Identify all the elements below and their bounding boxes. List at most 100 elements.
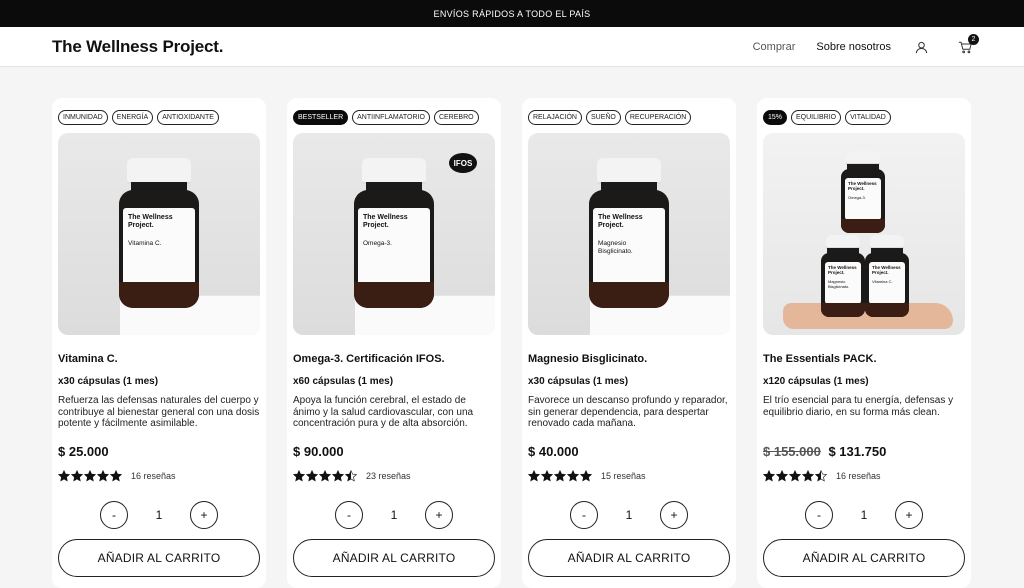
bottle-product-name: Magnesio Bisglicinato. [828, 279, 850, 289]
qty-plus-button[interactable]: + [190, 501, 218, 529]
nav-about-link[interactable]: Sobre nosotros [816, 41, 891, 53]
quantity-stepper: - 1 + [763, 501, 965, 529]
tag: ANTIINFLAMATORIO [352, 110, 430, 125]
bottle-product-name: Vitamina C. [128, 240, 162, 247]
product-card-magnesio[interactable]: RELAJACIÓN SUEÑO RECUPERACIÓN The Wellne… [522, 98, 736, 588]
old-price: $ 155.000 [763, 444, 821, 459]
star-rating [763, 470, 827, 482]
quantity-stepper: - 1 + [293, 501, 495, 529]
bottle-brand: The Wellness Project. [828, 265, 857, 275]
add-to-cart-button[interactable]: AÑADIR AL CARRITO [58, 539, 260, 577]
product-description: Favorece un descanso profundo y reparado… [528, 395, 728, 429]
product-card-vitamina-c[interactable]: INMUNIDAD ENERGÍA ANTIOXIDANTE The Welln… [52, 98, 266, 588]
star-full-icon [97, 470, 109, 482]
product-price: $ 90.000 [293, 444, 495, 459]
nav-buy-link[interactable]: Comprar [753, 41, 796, 53]
product-rating: 23 reseñas [293, 470, 495, 482]
qty-minus-button[interactable]: - [100, 501, 128, 529]
bottle-brand: The Wellness Project. [128, 214, 173, 229]
cart-icon[interactable]: 2 [958, 33, 979, 54]
star-full-icon [84, 470, 96, 482]
star-full-icon [580, 470, 592, 482]
product-image[interactable]: The Wellness Project. Omega-3. The Wellne… [763, 133, 965, 335]
tag: SUEÑO [585, 110, 621, 125]
qty-plus-button[interactable]: + [425, 501, 453, 529]
star-full-icon [293, 470, 305, 482]
product-dose: x30 cápsulas (1 mes) [528, 376, 629, 387]
star-full-icon [528, 470, 540, 482]
product-price: $ 40.000 [528, 444, 730, 459]
product-tags: RELAJACIÓN SUEÑO RECUPERACIÓN [528, 110, 730, 126]
product-description: El trío esencial para tu energía, defens… [763, 395, 954, 418]
product-name[interactable]: Magnesio Bisglicinato. [528, 353, 730, 365]
tag-bestseller: BESTSELLER [293, 110, 349, 125]
bottle-brand: The Wellness Project. [598, 214, 643, 229]
bottle-product-name: Vitamina C. [872, 279, 893, 284]
product-card-omega-3[interactable]: BESTSELLER ANTIINFLAMATORIO CEREBRO IFOS… [287, 98, 501, 588]
review-count[interactable]: 16 reseñas [131, 471, 176, 481]
user-icon[interactable] [915, 41, 928, 54]
cart-count-badge: 2 [968, 33, 979, 45]
product-price: $ 25.000 [58, 444, 260, 459]
star-rating [58, 470, 122, 482]
price-value: $ 25.000 [58, 444, 109, 459]
qty-value: 1 [860, 508, 868, 522]
add-to-cart-button[interactable]: AÑADIR AL CARRITO [528, 539, 730, 577]
product-image[interactable]: The Wellness Project. Magnesio Bisglicina… [528, 133, 730, 335]
product-image[interactable]: The Wellness Project. Vitamina C. [58, 133, 260, 335]
bottle-illustration: The Wellness Project. Omega-3. [354, 158, 434, 308]
bottle-product-name: Omega-3. [848, 195, 866, 200]
qty-plus-button[interactable]: + [895, 501, 923, 529]
product-tags: BESTSELLER ANTIINFLAMATORIO CEREBRO [293, 110, 495, 126]
price-value: $ 40.000 [528, 444, 579, 459]
qty-minus-button[interactable]: - [805, 501, 833, 529]
main-nav: Comprar Sobre nosotros 2 [753, 27, 979, 67]
bottle-brand: The Wellness Project. [848, 181, 877, 191]
star-rating [293, 470, 357, 482]
product-rating: 16 reseñas [58, 470, 260, 482]
star-full-icon [802, 470, 814, 482]
star-full-icon [306, 470, 318, 482]
star-full-icon [58, 470, 70, 482]
product-description: Refuerza las defensas naturales del cuer… [58, 395, 260, 429]
star-full-icon [71, 470, 83, 482]
bottle-brand: The Wellness Project. [363, 214, 408, 229]
review-count[interactable]: 16 reseñas [836, 471, 881, 481]
star-full-icon [776, 470, 788, 482]
qty-minus-button[interactable]: - [570, 501, 598, 529]
announcement-text: ENVÍOS RÁPIDOS A TODO EL PAÍS [433, 8, 591, 19]
price-value: $ 131.750 [828, 444, 887, 459]
product-price: $ 155.000 $ 131.750 [763, 444, 965, 459]
product-name[interactable]: Vitamina C. [58, 353, 260, 365]
star-full-icon [110, 470, 122, 482]
star-full-icon [763, 470, 775, 482]
review-count[interactable]: 15 reseñas [601, 471, 646, 481]
quantity-stepper: - 1 + [528, 501, 730, 529]
star-full-icon [567, 470, 579, 482]
star-rating [528, 470, 592, 482]
add-to-cart-button[interactable]: AÑADIR AL CARRITO [293, 539, 495, 577]
review-count[interactable]: 23 reseñas [366, 471, 411, 481]
star-half-icon [815, 470, 827, 482]
tag: VITALIDAD [845, 110, 891, 125]
product-rating: 15 reseñas [528, 470, 730, 482]
tag: INMUNIDAD [58, 110, 108, 125]
tag: EQUILIBRIO [791, 110, 842, 125]
product-image[interactable]: IFOS The Wellness Project. Omega-3. [293, 133, 495, 335]
product-name[interactable]: The Essentials PACK. [763, 353, 965, 365]
star-full-icon [554, 470, 566, 482]
qty-plus-button[interactable]: + [660, 501, 688, 529]
product-name[interactable]: Omega-3. Certificación IFOS. [293, 353, 495, 365]
product-dose: x30 cápsulas (1 mes) [58, 376, 159, 387]
product-card-essentials-pack[interactable]: 15% EQUILIBRIO VITALIDAD The Wellness Pr… [757, 98, 971, 588]
star-full-icon [319, 470, 331, 482]
qty-minus-button[interactable]: - [335, 501, 363, 529]
bottle-illustration: The Wellness Project. Magnesio Bisglicina… [589, 158, 669, 308]
bottle-illustration: The Wellness Project. Vitamina C. [119, 158, 199, 308]
site-logo[interactable]: The Wellness Project. [52, 37, 223, 57]
add-to-cart-button[interactable]: AÑADIR AL CARRITO [763, 539, 965, 577]
qty-value: 1 [155, 508, 163, 522]
star-full-icon [789, 470, 801, 482]
bottle-product-name: Omega-3. [363, 240, 392, 247]
ifos-badge: IFOS [449, 153, 477, 173]
